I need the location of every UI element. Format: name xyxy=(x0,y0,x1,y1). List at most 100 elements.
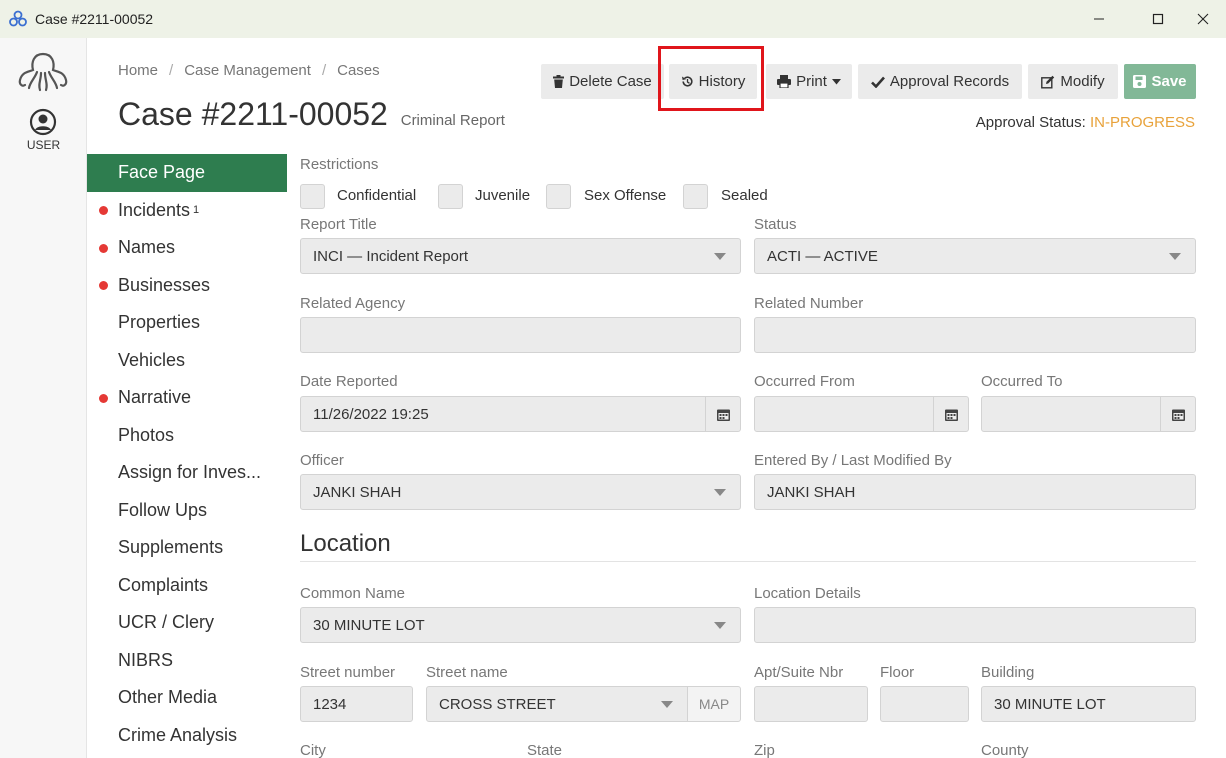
county-label: County xyxy=(981,742,1029,758)
close-window-button[interactable] xyxy=(1180,0,1226,38)
nav-item-complaints[interactable]: Complaints xyxy=(87,567,287,605)
restrictions-label: Restrictions xyxy=(300,156,379,173)
nav-item-nibrs[interactable]: NIBRS xyxy=(87,642,287,680)
related-agency-label: Related Agency xyxy=(300,295,406,312)
print-dropdown-button[interactable]: Print xyxy=(766,64,852,99)
user-icon[interactable] xyxy=(29,108,57,136)
common-name-select[interactable]: 30 MINUTE LOT xyxy=(300,607,741,643)
entered-by-field: JANKI SHAH xyxy=(754,474,1196,510)
maximize-icon xyxy=(1152,13,1164,25)
approval-records-button[interactable]: Approval Records xyxy=(858,64,1022,99)
related-number-input[interactable] xyxy=(754,317,1196,353)
calendar-button[interactable] xyxy=(933,397,968,431)
alert-dot-icon xyxy=(99,243,108,253)
nav-item-photos[interactable]: Photos xyxy=(87,417,287,455)
nav-item-ucr-clery[interactable]: UCR / Clery xyxy=(87,604,287,642)
calendar-button[interactable] xyxy=(1160,397,1195,431)
approval-status: Approval Status: IN-PROGRESS xyxy=(975,114,1195,131)
nav-item-businesses[interactable]: Businesses xyxy=(87,267,287,305)
user-label[interactable]: USER xyxy=(0,138,87,152)
alert-dot-icon xyxy=(99,393,108,403)
floppy-disk-icon xyxy=(1133,75,1147,88)
related-agency-input[interactable] xyxy=(300,317,741,353)
history-highlight-box xyxy=(658,46,764,111)
entered-by-label: Entered By / Last Modified By xyxy=(754,452,952,469)
maximize-button[interactable] xyxy=(1135,0,1181,38)
dropdown-caret-icon xyxy=(1169,253,1181,260)
juvenile-checkbox[interactable] xyxy=(438,184,463,209)
calendar-button[interactable] xyxy=(705,397,740,431)
save-button[interactable]: Save xyxy=(1124,64,1196,99)
apt-suite-input[interactable] xyxy=(754,686,868,722)
breadcrumb-case-management[interactable]: Case Management xyxy=(184,62,311,79)
trash-icon xyxy=(553,75,565,88)
nav-item-supplements[interactable]: Supplements xyxy=(87,529,287,567)
delete-case-button[interactable]: Delete Case xyxy=(541,64,664,99)
report-title-label: Report Title xyxy=(300,216,377,233)
street-number-label: Street number xyxy=(300,664,396,681)
street-number-input[interactable]: 1234 xyxy=(300,686,413,722)
page-subtitle: Criminal Report xyxy=(400,112,505,129)
nav-item-names[interactable]: Names xyxy=(87,229,287,267)
date-reported-label: Date Reported xyxy=(300,373,398,390)
case-section-nav: Face Page Incidents 1 Names Businesses Pr… xyxy=(87,154,287,754)
nav-item-other-media[interactable]: Other Media xyxy=(87,679,287,717)
location-section-title: Location xyxy=(300,530,391,557)
nav-item-incidents[interactable]: Incidents 1 xyxy=(87,192,287,230)
map-button[interactable]: MAP xyxy=(687,686,741,722)
occurred-to-label: Occurred To xyxy=(981,373,1063,390)
location-details-input[interactable] xyxy=(754,607,1196,643)
breadcrumb-home[interactable]: Home xyxy=(118,62,158,79)
nav-item-face-page[interactable]: Face Page xyxy=(87,154,287,192)
nav-item-assign-for-investigation[interactable]: Assign for Inves... xyxy=(87,454,287,492)
city-label: City xyxy=(300,742,326,758)
minimize-button[interactable] xyxy=(1076,0,1122,38)
occurred-from-label: Occurred From xyxy=(754,373,855,390)
nav-item-follow-ups[interactable]: Follow Ups xyxy=(87,492,287,530)
printer-icon xyxy=(777,75,792,88)
common-name-label: Common Name xyxy=(300,585,406,602)
building-input[interactable]: 30 MINUTE LOT xyxy=(981,686,1196,722)
status-select[interactable]: ACTI — ACTIVE xyxy=(754,238,1196,274)
sex-offense-label: Sex Offense xyxy=(584,187,667,204)
dropdown-caret-icon xyxy=(714,489,726,496)
status-label: Status xyxy=(754,216,797,233)
zip-label: Zip xyxy=(754,742,775,758)
dropdown-caret-icon xyxy=(714,622,726,629)
report-title-select[interactable]: INCI — Incident Report xyxy=(300,238,741,274)
left-rail: USER xyxy=(0,38,87,758)
octopus-logo-icon[interactable] xyxy=(16,50,70,92)
location-details-label: Location Details xyxy=(754,585,861,602)
nav-item-crime-analysis[interactable]: Crime Analysis xyxy=(87,717,287,755)
sex-offense-checkbox[interactable] xyxy=(546,184,571,209)
related-number-label: Related Number xyxy=(754,295,864,312)
occurred-from-input[interactable] xyxy=(754,396,969,432)
window-titlebar: Case #2211-00052 xyxy=(0,0,1226,38)
confidential-label: Confidential xyxy=(337,187,417,204)
breadcrumb: Home / Case Management / Cases xyxy=(118,62,380,79)
street-name-label: Street name xyxy=(426,664,508,681)
minimize-icon xyxy=(1094,18,1104,20)
breadcrumb-cases[interactable]: Cases xyxy=(337,62,380,79)
close-icon xyxy=(1197,13,1209,25)
incidents-count-badge: 1 xyxy=(193,204,200,217)
check-icon xyxy=(870,76,885,88)
officer-select[interactable]: JANKI SHAH xyxy=(300,474,741,510)
dropdown-caret-icon xyxy=(714,253,726,260)
confidential-checkbox[interactable] xyxy=(300,184,325,209)
nav-item-narrative[interactable]: Narrative xyxy=(87,379,287,417)
occurred-to-input[interactable] xyxy=(981,396,1196,432)
apt-suite-label: Apt/Suite Nbr xyxy=(754,664,844,681)
floor-input[interactable] xyxy=(880,686,969,722)
date-reported-input[interactable]: 11/26/2022 19:25 xyxy=(300,396,741,432)
dropdown-caret-icon xyxy=(661,701,673,708)
nav-item-vehicles[interactable]: Vehicles xyxy=(87,342,287,380)
nav-item-properties[interactable]: Properties xyxy=(87,304,287,342)
caret-down-icon xyxy=(831,78,841,84)
calendar-icon xyxy=(944,409,958,421)
state-label: State xyxy=(527,742,563,758)
modify-button[interactable]: Modify xyxy=(1028,64,1118,99)
sealed-checkbox[interactable] xyxy=(683,184,708,209)
street-name-select[interactable]: CROSS STREET xyxy=(426,686,688,722)
floor-label: Floor xyxy=(880,664,915,681)
